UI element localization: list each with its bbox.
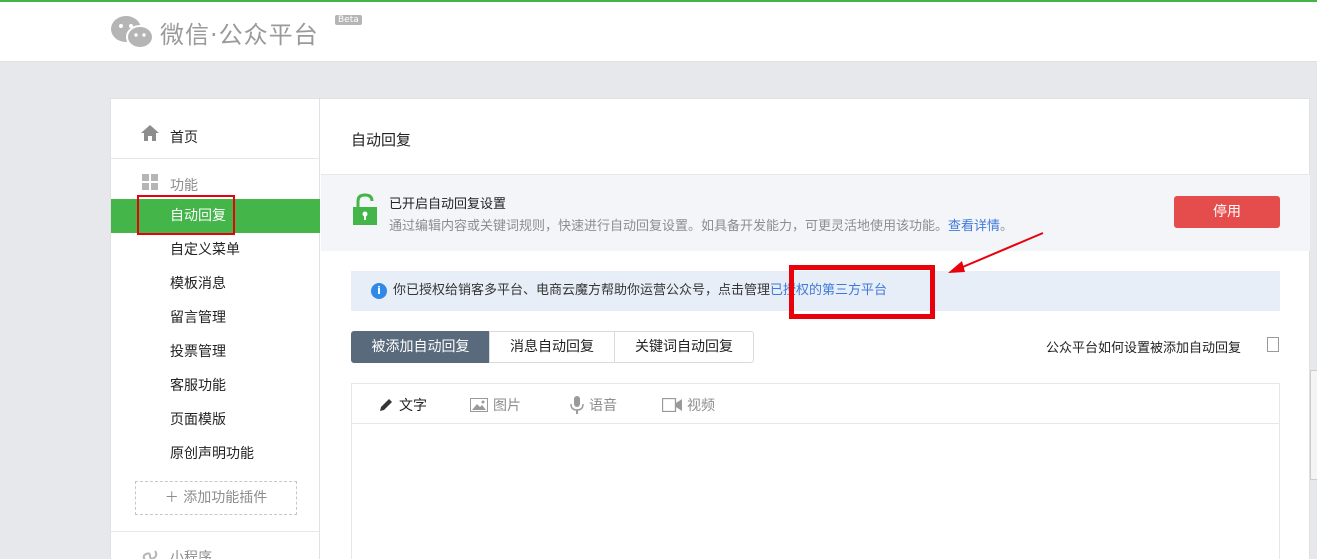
- sidebar-divider: [111, 531, 320, 532]
- notice-text: 你已授权给销客多平台、电商云魔方帮助你运营公众号，点击管理: [393, 283, 771, 298]
- main-panel: 自动回复 已开启自动回复设置 通过编辑内容或关键词规则，快速进行自动回复设置。如…: [321, 99, 1310, 559]
- unlock-icon: [351, 193, 379, 227]
- sidebar-item-original-declaration[interactable]: 原创声明功能: [111, 437, 320, 471]
- sidebar-section-title: 功能: [170, 178, 198, 194]
- tool-image[interactable]: 图片: [470, 395, 521, 415]
- sidebar-item-comment-management[interactable]: 留言管理: [111, 301, 320, 335]
- sidebar-item-home[interactable]: 首页: [111, 99, 320, 159]
- page-title: 自动回复: [351, 131, 412, 149]
- sidebar-item-vote-management[interactable]: 投票管理: [111, 335, 320, 369]
- beta-badge: Beta: [335, 15, 362, 25]
- sidebar-item-customer-service[interactable]: 客服功能: [111, 369, 320, 403]
- content-container: 首页 功能 自动回复 自定义菜单 模板消息 留言管理 投票管理 客服功能 页面模…: [110, 98, 1310, 559]
- document-icon[interactable]: [1267, 337, 1279, 352]
- tool-voice-label: 语音: [589, 398, 617, 414]
- sidebar-home-label: 首页: [170, 130, 198, 146]
- tab-message-reply[interactable]: 消息自动回复: [489, 331, 615, 363]
- sidebar-item-template-message[interactable]: 模板消息: [111, 267, 320, 301]
- editor-toolbar: 文字 图片 语音 视频: [352, 384, 1279, 424]
- image-icon: [470, 398, 488, 412]
- tab-follow-reply[interactable]: 被添加自动回复: [351, 331, 490, 363]
- status-description: 通过编辑内容或关键词规则，快速进行自动回复设置。如具备开发能力，可更灵活地使用该…: [389, 215, 1013, 234]
- pencil-icon: [380, 399, 392, 411]
- annotation-arrow-icon: [948, 232, 1044, 273]
- annotation-box-notice: [789, 265, 935, 319]
- tool-text-label: 文字: [399, 398, 427, 414]
- status-title: 已开启自动回复设置: [389, 197, 507, 212]
- grid-icon: [142, 174, 159, 191]
- status-bar: 已开启自动回复设置 通过编辑内容或关键词规则，快速进行自动回复设置。如具备开发能…: [321, 175, 1310, 251]
- tool-voice[interactable]: 语音: [570, 395, 617, 415]
- microphone-icon: [570, 396, 584, 414]
- info-icon: i: [371, 283, 387, 299]
- reply-editor: 文字 图片 语音 视频: [351, 383, 1280, 559]
- sidebar: 首页 功能 自动回复 自定义菜单 模板消息 留言管理 投票管理 客服功能 页面模…: [111, 99, 320, 559]
- reply-type-tabs: 被添加自动回复 消息自动回复 关键词自动回复: [351, 331, 754, 363]
- mini-program-icon: [141, 546, 159, 559]
- tool-text[interactable]: 文字: [378, 395, 427, 415]
- sidebar-item-custom-menu[interactable]: 自定义菜单: [111, 233, 320, 267]
- plus-icon: ＋: [164, 490, 184, 506]
- tool-image-label: 图片: [493, 398, 521, 414]
- top-bar: 微信·公众平台: [0, 0, 1317, 62]
- sidebar-item-page-template[interactable]: 页面模版: [111, 403, 320, 437]
- stop-button[interactable]: 停用: [1174, 196, 1280, 228]
- logo[interactable]: 微信·公众平台: [110, 14, 319, 50]
- video-icon: [662, 398, 682, 412]
- scrollbar[interactable]: [1310, 370, 1317, 480]
- tab-keyword-reply[interactable]: 关键词自动回复: [614, 331, 754, 363]
- brand-text: 微信·公众平台: [160, 20, 319, 49]
- wechat-logo-icon: [110, 14, 154, 50]
- sidebar-item-mini-program[interactable]: 小程序: [170, 547, 212, 559]
- add-plugin-button[interactable]: ＋ 添加功能插件: [135, 481, 297, 515]
- tool-video[interactable]: 视频: [662, 395, 715, 415]
- status-desc-text: 通过编辑内容或关键词规则，快速进行自动回复设置。如具备开发能力，可更灵活地使用该…: [389, 219, 949, 234]
- add-plugin-label: 添加功能插件: [183, 490, 268, 506]
- tool-video-label: 视频: [687, 398, 715, 414]
- help-link[interactable]: 公众平台如何设置被添加自动回复: [1046, 337, 1241, 356]
- annotation-box-sidebar: [137, 195, 235, 235]
- home-icon: [141, 125, 159, 145]
